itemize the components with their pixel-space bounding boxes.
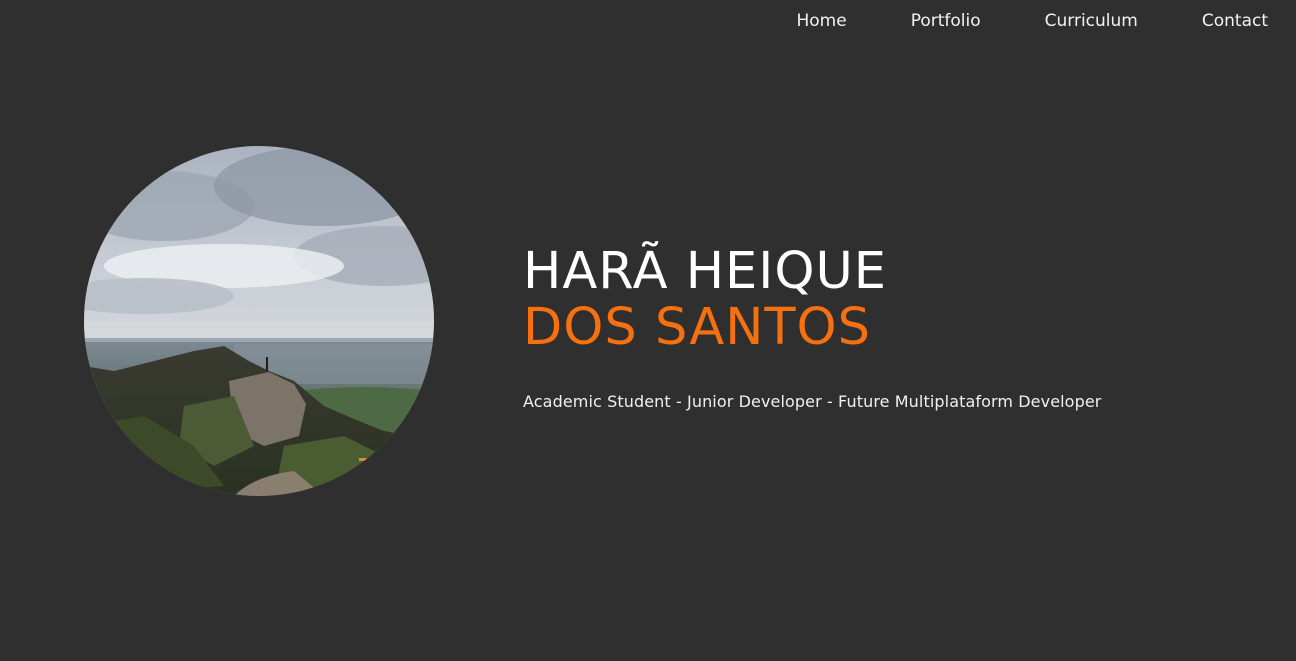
name-first-line: HARÃ HEIQUE bbox=[523, 242, 888, 301]
profile-photo bbox=[84, 146, 434, 496]
hero: HARÃ HEIQUE DOS SANTOS Academic Student … bbox=[523, 242, 1263, 412]
nav-portfolio-link[interactable]: Portfolio bbox=[911, 8, 981, 34]
page: Home Portfolio Curriculum Contact HARÃ H… bbox=[0, 0, 1296, 661]
top-nav: Home Portfolio Curriculum Contact bbox=[796, 8, 1268, 34]
tagline: Academic Student - Junior Developer - Fu… bbox=[523, 392, 1102, 411]
nav-home-link[interactable]: Home bbox=[796, 8, 846, 34]
name-last-line: DOS SANTOS bbox=[523, 298, 872, 357]
nav-contact-link[interactable]: Contact bbox=[1202, 8, 1268, 34]
nav-curriculum-link[interactable]: Curriculum bbox=[1045, 8, 1138, 34]
